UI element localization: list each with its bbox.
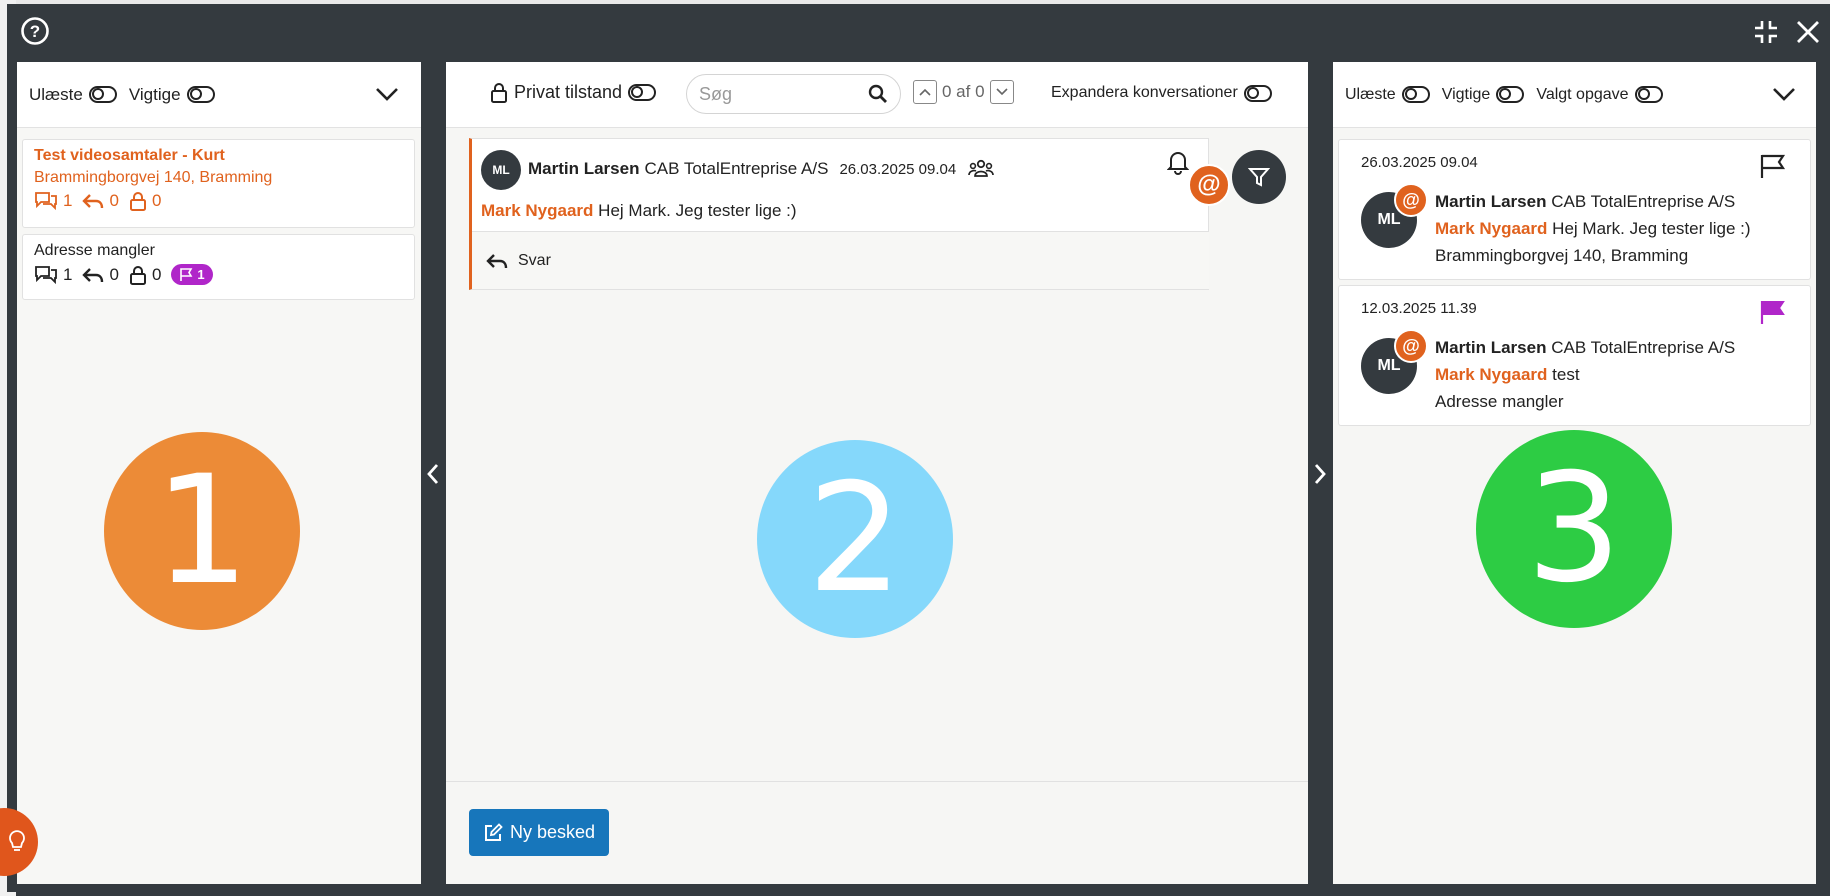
conversation-title: Adresse mangler [34, 242, 155, 259]
task-timestamp: 12.03.2025 11.39 [1361, 300, 1477, 317]
message-text: Hej Mark. Jeg tester lige :) [598, 201, 797, 220]
message-company: CAB TotalEntreprise A/S [644, 159, 829, 178]
flag-count-badge: 1 [171, 264, 213, 285]
avatar: ML [481, 150, 521, 190]
reply-bar: Svar [472, 231, 1209, 289]
selected-task-label: Valgt opgave [1536, 85, 1629, 103]
conversation-panel: Privat tilstand Søg 0 af 0 Expandera kon… [446, 62, 1308, 884]
lock-icon [129, 192, 146, 211]
selected-task-toggle[interactable] [1634, 86, 1663, 103]
participants-icon[interactable] [968, 159, 995, 179]
marker-2: 2 [757, 440, 953, 638]
svg-text:?: ? [30, 22, 40, 41]
task-timestamp: 26.03.2025 09.04 [1361, 154, 1478, 171]
message-author: Martin Larsen [528, 159, 640, 178]
mention-icon: @ [1394, 183, 1428, 217]
task-item[interactable]: 26.03.2025 09.04 ML @ Martin Larsen CAB … [1338, 139, 1811, 280]
search-input[interactable]: Søg [686, 74, 901, 114]
bell-icon[interactable] [1167, 149, 1189, 175]
tasks-panel: Ulæste Vigtige Valgt opgave 26.03.2025 0… [1333, 62, 1816, 884]
task-location: Adresse mangler [1435, 392, 1564, 411]
pager-text: 0 af 0 [942, 82, 985, 101]
search-placeholder: Søg [699, 83, 733, 104]
filter-icon [1248, 168, 1270, 187]
help-icon[interactable]: ? [20, 16, 50, 46]
lock-icon [491, 83, 507, 103]
message-timestamp: 26.03.2025 09.04 [839, 160, 957, 178]
chat-icon [35, 192, 57, 211]
chevron-down-icon[interactable] [1772, 86, 1796, 102]
task-company: CAB TotalEntreprise A/S [1551, 192, 1736, 211]
task-location: Brammingborgvej 140, Bramming [1435, 246, 1689, 265]
reply-icon [82, 194, 104, 209]
unread-filter-label: Ulæste [29, 84, 83, 104]
unread-toggle[interactable] [88, 86, 117, 103]
lightbulb-icon [9, 830, 25, 851]
chevron-down-icon [995, 88, 1008, 96]
unread-filter-label: Ulæste [1345, 85, 1396, 103]
new-message-button[interactable]: Ny besked [469, 809, 609, 856]
flag-outline-icon[interactable] [1759, 153, 1787, 179]
next-match-button[interactable] [989, 80, 1014, 104]
expand-conversations-label: Expandera konversationer [1051, 84, 1238, 101]
task-company: CAB TotalEntreprise A/S [1551, 338, 1736, 357]
conversation-title: Test videosamtaler - Kurt [34, 147, 225, 164]
compress-icon[interactable] [1753, 19, 1779, 45]
conversation-address: Brammingborgvej 140, Bramming [34, 169, 273, 186]
message-mention[interactable]: Mark Nygaard [481, 201, 593, 220]
conversations-filter-bar: Ulæste Vigtige [17, 62, 421, 128]
reply-icon [486, 253, 508, 268]
chevron-left-icon[interactable] [424, 462, 442, 486]
important-filter-label: Vigtige [128, 84, 181, 104]
conversation-item[interactable]: Test videosamtaler - Kurt Brammingborgve… [22, 139, 415, 228]
private-mode-toggle[interactable] [628, 84, 657, 101]
important-filter-label: Vigtige [1441, 85, 1491, 103]
task-mention[interactable]: Mark Nygaard [1435, 219, 1547, 238]
message-count: 1 [34, 191, 72, 211]
marker-3: 3 [1476, 430, 1672, 628]
previous-match-button[interactable] [913, 80, 937, 104]
task-item[interactable]: 12.03.2025 11.39 ML @ Martin Larsen CAB … [1338, 285, 1811, 426]
reply-icon [82, 267, 104, 282]
reply-count: 0 [82, 191, 119, 211]
mention-icon: @ [1394, 329, 1428, 363]
task-text: Hej Mark. Jeg tester lige :) [1552, 219, 1751, 238]
reply-button[interactable]: Svar [518, 252, 551, 270]
important-toggle[interactable] [1496, 86, 1525, 103]
lock-icon [129, 265, 146, 285]
conversation-item[interactable]: Adresse mangler 1 0 0 1 [22, 234, 415, 300]
conversations-panel: Ulæste Vigtige Test videosamtaler - Kurt… [17, 62, 421, 884]
close-icon[interactable] [1795, 19, 1821, 45]
filter-button[interactable] [1232, 150, 1286, 204]
task-mention[interactable]: Mark Nygaard [1435, 365, 1547, 384]
flag-icon [180, 267, 193, 281]
message-card: ML Martin Larsen CAB TotalEntreprise A/S… [469, 138, 1209, 290]
locked-count: 0 [129, 265, 161, 285]
marker-1: 1 [104, 432, 300, 630]
unread-toggle[interactable] [1401, 86, 1430, 103]
conversation-toolbar: Privat tilstand Søg 0 af 0 Expandera kon… [446, 62, 1308, 128]
edit-icon [484, 822, 503, 841]
task-text: test [1552, 365, 1580, 384]
private-mode-label: Privat tilstand [514, 82, 623, 102]
locked-count: 0 [129, 191, 161, 211]
task-author: Martin Larsen [1435, 338, 1547, 357]
chat-icon [35, 265, 57, 284]
tasks-filter-bar: Ulæste Vigtige Valgt opgave [1333, 62, 1816, 128]
mention-icon: @ [1188, 164, 1230, 206]
task-author: Martin Larsen [1435, 192, 1547, 211]
important-toggle[interactable] [186, 86, 215, 103]
flag-filled-icon[interactable] [1759, 299, 1787, 325]
message-count: 1 [34, 265, 72, 285]
reply-count: 0 [82, 265, 119, 285]
chevron-up-icon [919, 88, 931, 96]
expand-conversations-toggle[interactable] [1243, 84, 1272, 102]
search-pager: 0 af 0 [913, 80, 1014, 104]
chevron-down-icon[interactable] [375, 86, 399, 102]
search-icon[interactable] [868, 84, 888, 104]
chevron-right-icon[interactable] [1311, 462, 1329, 486]
